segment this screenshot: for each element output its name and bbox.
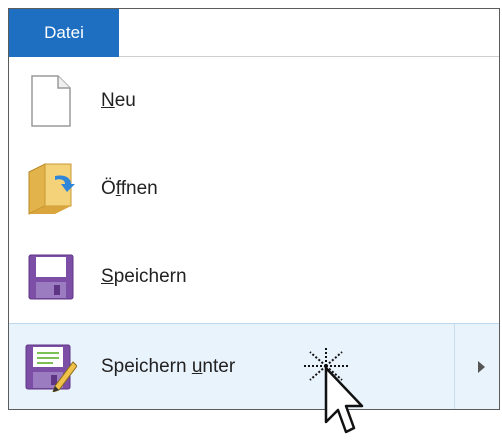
menu-item-label: Speichern unter bbox=[101, 355, 236, 377]
ribbon-bar: Datei bbox=[9, 9, 499, 57]
new-document-icon bbox=[25, 71, 77, 131]
open-folder-icon bbox=[25, 159, 77, 219]
menu-item-label: Neu bbox=[101, 90, 136, 111]
menu-item-save-as[interactable]: Speichern unter bbox=[9, 323, 499, 409]
file-menu: Neu Öffnen Speichern Speichern unter bbox=[9, 57, 499, 409]
tab-datei[interactable]: Datei bbox=[9, 9, 119, 57]
menu-item-save[interactable]: Speichern bbox=[9, 233, 499, 321]
app-window: Datei Neu Öffnen Speichern Speichern unt… bbox=[8, 8, 500, 410]
menu-item-label: Speichern bbox=[101, 266, 187, 287]
save-as-icon bbox=[25, 337, 77, 397]
submenu-divider bbox=[454, 324, 455, 409]
menu-item-new[interactable]: Neu bbox=[9, 57, 499, 145]
save-floppy-icon bbox=[25, 247, 77, 307]
mouse-pointer-icon bbox=[302, 346, 364, 434]
submenu-arrow-icon[interactable] bbox=[478, 360, 485, 373]
menu-item-open[interactable]: Öffnen bbox=[9, 145, 499, 233]
menu-item-label: Öffnen bbox=[101, 178, 158, 199]
